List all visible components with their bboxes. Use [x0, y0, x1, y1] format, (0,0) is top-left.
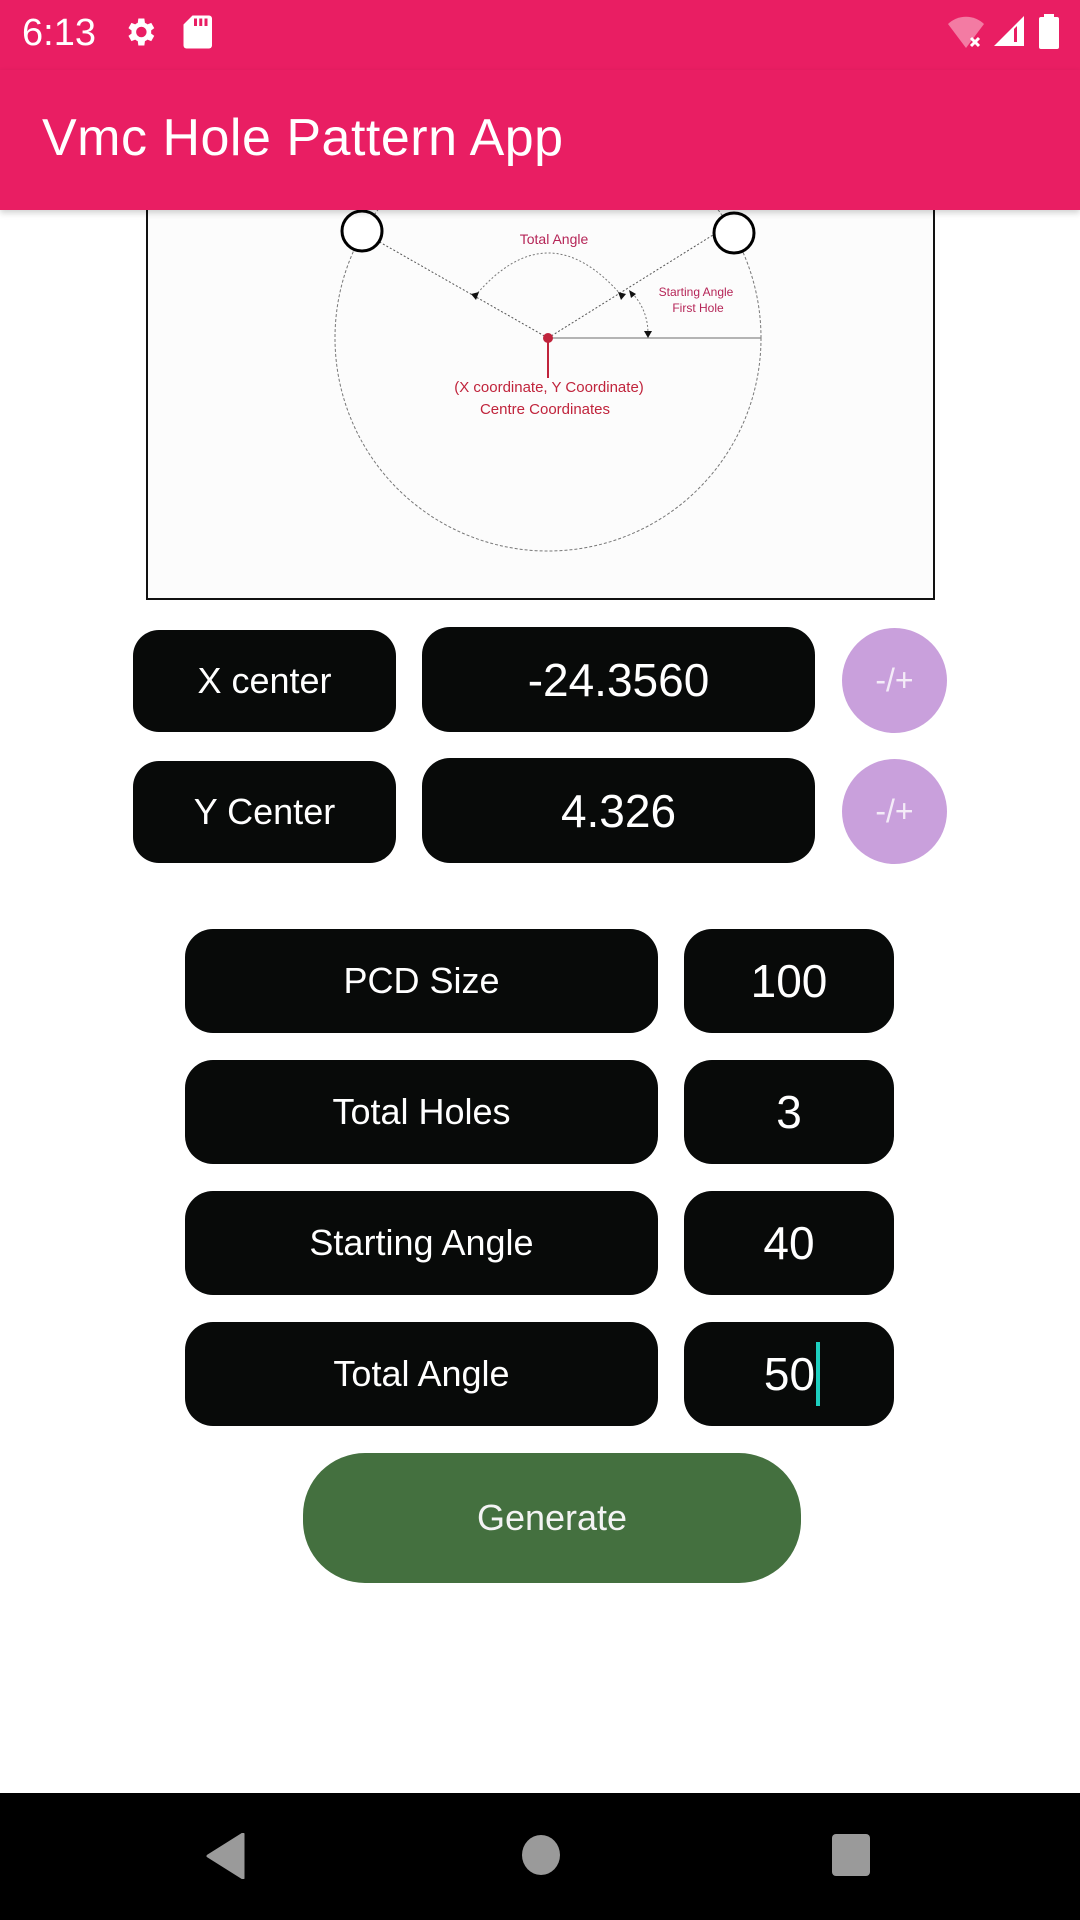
app-title: Vmc Hole Pattern App: [42, 109, 564, 167]
total-holes-input[interactable]: 3: [684, 1060, 894, 1164]
total-angle-label: Total Angle: [185, 1322, 658, 1426]
centre-coordinates-caption: Centre Coordinates: [480, 401, 610, 418]
arrowhead: [618, 292, 626, 300]
generate-button[interactable]: Generate: [303, 1453, 801, 1583]
settings-gear-icon: [122, 14, 158, 55]
x-center-input[interactable]: -24.3560: [422, 627, 815, 732]
total-angle-input[interactable]: 50: [684, 1322, 894, 1426]
hole-circle-2: [712, 211, 756, 255]
pcd-size-value[interactable]: 100: [751, 954, 828, 1008]
starting-angle-arc: [631, 292, 649, 335]
total-holes-label: Total Holes: [185, 1060, 658, 1164]
home-icon[interactable]: [521, 1833, 561, 1882]
first-hole-label: First Hole: [672, 301, 724, 315]
navigation-bar: [0, 1793, 1080, 1920]
total-angle-value[interactable]: 50: [758, 1347, 815, 1401]
text-cursor: [816, 1342, 821, 1406]
y-center-input[interactable]: 4.326: [422, 758, 815, 863]
hole-circle-1: [340, 210, 384, 253]
y-center-sign-toggle-button[interactable]: -/+: [842, 759, 947, 864]
starting-angle-value[interactable]: 40: [763, 1216, 814, 1270]
y-center-value[interactable]: 4.326: [561, 784, 676, 838]
total-holes-value[interactable]: 3: [776, 1085, 802, 1139]
radius-line-hole-1: [361, 231, 549, 339]
arrowhead: [471, 292, 479, 300]
hole-pattern-diagram: Total Angle Starting Angle First Hole (X…: [146, 210, 935, 600]
y-center-label: Y Center: [133, 761, 396, 863]
recents-icon[interactable]: [831, 1833, 871, 1882]
starting-angle-label: Starting Angle: [185, 1191, 658, 1295]
x-center-value[interactable]: -24.3560: [528, 653, 710, 707]
diagram-svg: Total Angle Starting Angle First Hole (X…: [334, 210, 762, 552]
battery-icon: [1038, 14, 1060, 55]
status-time: 6:13: [22, 12, 96, 54]
arrowhead: [644, 331, 652, 338]
app-bar: Vmc Hole Pattern App: [0, 70, 1080, 210]
pcd-size-label: PCD Size: [185, 929, 658, 1033]
pcd-size-input[interactable]: 100: [684, 929, 894, 1033]
starting-angle-input[interactable]: 40: [684, 1191, 894, 1295]
status-bar: 6:13: [0, 0, 1080, 70]
cellular-signal-icon: [992, 14, 1026, 53]
x-center-sign-toggle-button[interactable]: -/+: [842, 628, 947, 733]
total-angle-label: Total Angle: [520, 231, 589, 247]
wifi-off-icon: [946, 14, 986, 55]
starting-angle-label: Starting Angle: [659, 285, 734, 299]
centre-coordinates-label: (X coordinate, Y Coordinate): [454, 379, 644, 396]
total-angle-arc: [474, 252, 623, 297]
x-center-label: X center: [133, 630, 396, 732]
back-icon[interactable]: [205, 1832, 245, 1884]
sd-card-icon: [182, 14, 212, 55]
